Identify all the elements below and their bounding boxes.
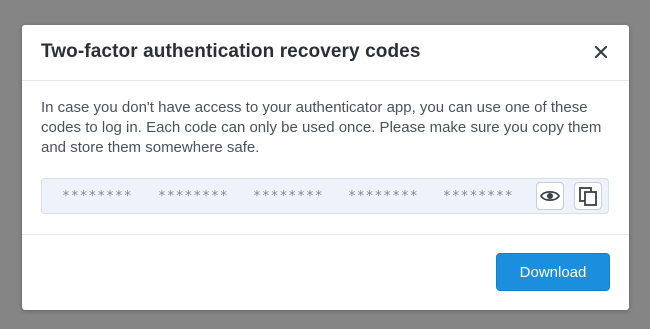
eye-icon	[537, 185, 563, 207]
modal-description: In case you don't have access to your au…	[41, 99, 602, 156]
copy-codes-button[interactable]	[574, 182, 602, 210]
recovery-code: ********	[158, 189, 229, 204]
download-button[interactable]: Download	[496, 253, 610, 291]
copy-icon	[575, 185, 601, 207]
show-codes-button[interactable]	[536, 182, 564, 210]
recovery-code: ********	[253, 189, 324, 204]
modal-body: In case you don't have access to your au…	[22, 81, 629, 235]
close-button[interactable]	[591, 42, 611, 62]
recovery-code: ********	[62, 189, 133, 204]
recovery-code: ********	[348, 189, 419, 204]
recovery-codes-field: ******** ******** ******** ******** ****…	[41, 178, 609, 214]
modal-header: Two-factor authentication recovery codes	[22, 25, 629, 81]
recovery-code: ********	[443, 189, 514, 204]
close-icon	[591, 45, 611, 65]
recovery-codes-modal: Two-factor authentication recovery codes…	[22, 25, 629, 310]
modal-title: Two-factor authentication recovery codes	[41, 41, 421, 62]
